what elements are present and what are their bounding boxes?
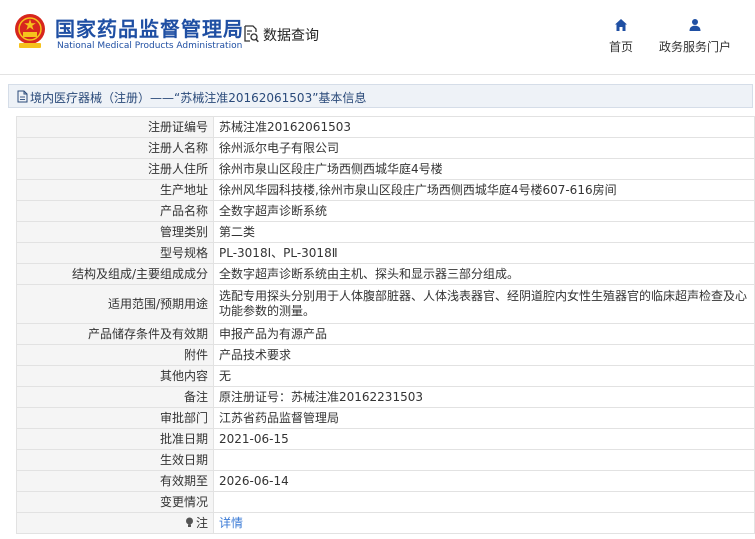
user-icon [689, 19, 701, 31]
lightbulb-icon [185, 517, 193, 527]
note-label: 注 [195, 515, 208, 530]
field-value: 徐州派尔电子有限公司 [213, 137, 755, 159]
field-label: 注册证编号 [16, 116, 214, 138]
field-value: 全数字超声诊断系统由主机、探头和显示器三部分组成。 [213, 263, 755, 285]
table-row: 审批部门 江苏省药品监督管理局 [16, 407, 755, 429]
table-row: 产品储存条件及有效期 申报产品为有源产品 [16, 323, 755, 345]
field-label: 批准日期 [16, 428, 214, 450]
table-row: 附件 产品技术要求 [16, 344, 755, 366]
data-query-icon [244, 25, 259, 43]
table-row: 注册人名称 徐州派尔电子有限公司 [16, 137, 755, 159]
field-value: 第二类 [213, 221, 755, 243]
table-row: 批准日期 2021-06-15 [16, 428, 755, 450]
header-divider [0, 74, 755, 75]
breadcrumb-text: 境内医疗器械（注册）——“苏械注准20162061503”基本信息 [30, 91, 367, 105]
field-label: 注册人名称 [16, 137, 214, 159]
field-value: 徐州市泉山区段庄广场西侧西城华庭4号楼 [213, 158, 755, 180]
field-value: 原注册证号：苏械注准20162231503 [213, 386, 755, 408]
field-label: 有效期至 [16, 470, 214, 492]
nav-home-label: 首页 [608, 40, 633, 54]
field-value: 江苏省药品监督管理局 [213, 407, 755, 429]
field-value: 徐州风华园科技楼,徐州市泉山区段庄广场西侧西城华庭4号楼607-616房间 [213, 179, 755, 201]
note-row: 注详情 [16, 512, 755, 534]
document-icon [17, 90, 28, 103]
table-row: 生效日期 [16, 449, 755, 471]
field-value: PL-3018Ⅰ、PL-3018Ⅱ [213, 242, 755, 264]
field-value: 2021-06-15 [213, 428, 755, 450]
field-value: 选配专用探头分别用于人体腹部脏器、人体浅表器官、经阴道腔内女性生殖器官的临床超声… [213, 284, 755, 324]
breadcrumb: 境内医疗器械（注册）——“苏械注准20162061503”基本信息 [8, 84, 753, 108]
field-value [213, 449, 755, 471]
table-row: 型号规格 PL-3018Ⅰ、PL-3018Ⅱ [16, 242, 755, 264]
nav-gov-service-portal[interactable]: 政务服务门户 [652, 18, 738, 55]
field-value: 无 [213, 365, 755, 387]
note-label-cell: 注 [16, 512, 214, 534]
field-value: 2026-06-14 [213, 470, 755, 492]
table-row: 变更情况 [16, 491, 755, 513]
field-label: 注册人住所 [16, 158, 214, 180]
table-row: 注册人住所 徐州市泉山区段庄广场西侧西城华庭4号楼 [16, 158, 755, 180]
table-row: 生产地址 徐州风华园科技楼,徐州市泉山区段庄广场西侧西城华庭4号楼607-616房… [16, 179, 755, 201]
field-label: 审批部门 [16, 407, 214, 429]
field-label: 生产地址 [16, 179, 214, 201]
table-row: 结构及组成/主要组成成分 全数字超声诊断系统由主机、探头和显示器三部分组成。 [16, 263, 755, 285]
home-icon [615, 19, 627, 31]
field-label: 其他内容 [16, 365, 214, 387]
field-value: 产品技术要求 [213, 344, 755, 366]
table-row: 管理类别 第二类 [16, 221, 755, 243]
table-row: 注册证编号 苏械注准20162061503 [16, 116, 755, 138]
field-value [213, 491, 755, 513]
site-logo-title: 国家药品监督管理局 [55, 17, 244, 41]
note-value-cell: 详情 [213, 512, 755, 534]
field-label: 产品名称 [16, 200, 214, 222]
field-label: 结构及组成/主要组成成分 [16, 263, 214, 285]
field-label: 管理类别 [16, 221, 214, 243]
field-label: 附件 [16, 344, 214, 366]
field-label: 变更情况 [16, 491, 214, 513]
field-label: 产品储存条件及有效期 [16, 323, 214, 345]
table-row: 适用范围/预期用途 选配专用探头分别用于人体腹部脏器、人体浅表器官、经阴道腔内女性… [16, 284, 755, 324]
table-row: 产品名称 全数字超声诊断系统 [16, 200, 755, 222]
table-row: 有效期至 2026-06-14 [16, 470, 755, 492]
field-value: 申报产品为有源产品 [213, 323, 755, 345]
field-label: 备注 [16, 386, 214, 408]
site-header: 国家药品监督管理局 National Medical Products Admi… [0, 0, 755, 75]
data-query-label: 数据查询 [263, 28, 319, 44]
table-row: 其他内容无 [16, 365, 755, 387]
nav-home[interactable]: 首页 [598, 18, 644, 55]
field-label: 适用范围/预期用途 [16, 284, 214, 324]
details-link[interactable]: 详情 [219, 516, 243, 530]
registration-detail-table: 注册证编号 苏械注准20162061503 注册人名称 徐州派尔电子有限公司 注册人住所… [16, 116, 755, 534]
table-row: 备注 原注册证号：苏械注准20162231503 [16, 386, 755, 408]
field-value: 全数字超声诊断系统 [213, 200, 755, 222]
field-value: 苏械注准20162061503 [213, 116, 755, 138]
national-emblem-icon [15, 14, 45, 48]
nav-gov-service-label: 政务服务门户 [658, 40, 731, 54]
field-label: 生效日期 [16, 449, 214, 471]
field-label: 型号规格 [16, 242, 214, 264]
site-logo-subtitle: National Medical Products Administration [57, 41, 243, 51]
